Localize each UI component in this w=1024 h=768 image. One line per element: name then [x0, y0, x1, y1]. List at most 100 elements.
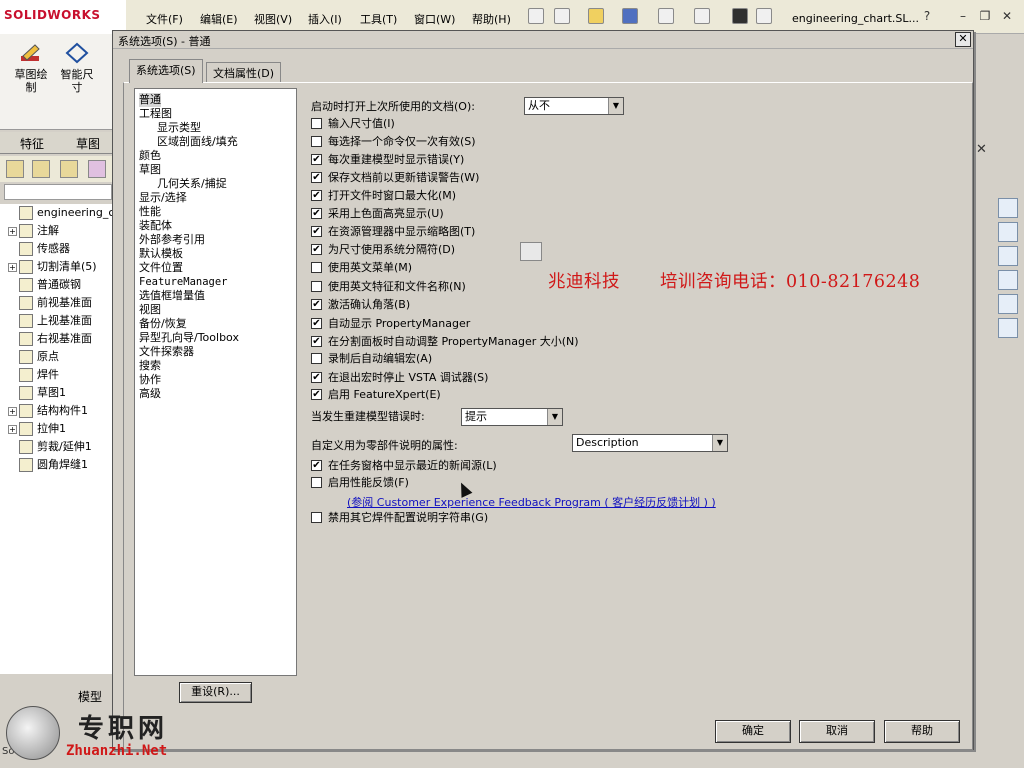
option-checkbox[interactable]: [311, 261, 322, 273]
option-checkbox[interactable]: [311, 476, 322, 488]
option-row[interactable]: 使用英文菜单(M): [311, 261, 412, 277]
category-item[interactable]: 区域剖面线/填充: [157, 135, 238, 149]
smart-dimension-button[interactable]: 智能尺寸: [56, 42, 98, 94]
expand-plus-icon[interactable]: +: [8, 262, 17, 272]
tree-item[interactable]: 草图1: [0, 384, 112, 402]
tree-item[interactable]: engineering_chart: [0, 204, 112, 222]
tab-document-properties[interactable]: 文档属性(D): [206, 62, 282, 82]
option-checkbox[interactable]: ✔: [311, 225, 322, 237]
dialog-titlebar[interactable]: 系统选项(S) - 普通 ✕: [113, 31, 973, 49]
option-row[interactable]: ✔ 采用上色面高亮显示(U): [311, 207, 444, 223]
menu-edit[interactable]: 编辑(E): [200, 11, 238, 27]
category-item[interactable]: 选值框增量值: [139, 289, 205, 303]
tree-item[interactable]: 普通碳钢: [0, 276, 112, 294]
option-row[interactable]: 禁用其它焊件配置说明字符串(G): [311, 511, 488, 527]
minimize-icon[interactable]: –: [956, 9, 970, 23]
task-pane-close-icon[interactable]: ✕: [976, 142, 987, 157]
option-checkbox[interactable]: ✔: [311, 371, 322, 383]
rebuild-error-select[interactable]: 提示 ▼: [461, 408, 563, 426]
option-checkbox[interactable]: [311, 280, 322, 292]
option-checkbox[interactable]: ✔: [311, 298, 322, 310]
category-item[interactable]: 几何关系/捕捉: [157, 177, 227, 191]
option-row[interactable]: ✔ 保存文档前以更新错误警告(W): [311, 171, 479, 187]
option-row[interactable]: 启用性能反馈(F): [311, 476, 409, 492]
category-item[interactable]: 装配体: [139, 219, 172, 233]
print-icon[interactable]: [658, 8, 674, 24]
category-item[interactable]: 异型孔向导/Toolbox: [139, 331, 239, 345]
custom-properties-icon[interactable]: [998, 318, 1018, 338]
category-item[interactable]: 颜色: [139, 149, 161, 163]
expand-plus-icon[interactable]: +: [8, 406, 17, 416]
option-row[interactable]: ✔ 在任务窗格中显示最近的新闻源(L): [311, 459, 497, 475]
option-checkbox[interactable]: ✔: [311, 388, 322, 400]
property-manager-icon[interactable]: [32, 160, 50, 178]
menu-view[interactable]: 视图(V): [254, 11, 292, 27]
new-document-icon[interactable]: [554, 8, 570, 24]
option-row[interactable]: 使用英文特征和文件名称(N): [311, 280, 466, 296]
open-folder-icon[interactable]: [588, 8, 604, 24]
option-row[interactable]: ✔ 在分割面板时自动调整 PropertyManager 大小(N): [311, 335, 579, 351]
tree-filter-input[interactable]: [4, 184, 112, 200]
pin-icon[interactable]: [528, 8, 544, 24]
option-row[interactable]: ✔ 为尺寸使用系统分隔符(D): [311, 243, 455, 259]
menu-window[interactable]: 窗口(W): [414, 11, 455, 27]
option-checkbox[interactable]: ✔: [311, 171, 322, 183]
menu-insert[interactable]: 插入(I): [308, 11, 342, 27]
expand-plus-icon[interactable]: +: [8, 424, 17, 434]
category-item[interactable]: 视图: [139, 303, 161, 317]
custom-property-select[interactable]: Description ▼: [572, 434, 728, 452]
tree-item[interactable]: 上视基准面: [0, 312, 112, 330]
tab-model[interactable]: 模型: [78, 688, 102, 705]
option-checkbox[interactable]: ✔: [311, 459, 322, 471]
option-checkbox[interactable]: ✔: [311, 243, 322, 255]
option-row[interactable]: ✔ 自动显示 PropertyManager: [311, 317, 470, 333]
tree-item[interactable]: 前视基准面: [0, 294, 112, 312]
category-item[interactable]: 性能: [139, 205, 161, 219]
solidworks-logo[interactable]: SOLIDWORKS: [4, 8, 101, 22]
tree-item[interactable]: 剪裁/延伸1: [0, 438, 112, 456]
tab-features[interactable]: 特征: [20, 135, 44, 152]
category-item[interactable]: 默认模板: [139, 247, 183, 261]
option-checkbox[interactable]: ✔: [311, 189, 322, 201]
tree-item[interactable]: 圆角焊缝1: [0, 456, 112, 474]
help-button[interactable]: 帮助: [884, 720, 960, 743]
category-item[interactable]: 协作: [139, 373, 161, 387]
category-item[interactable]: FeatureManager: [139, 275, 228, 289]
feature-tree-icon[interactable]: [6, 160, 24, 178]
option-checkbox[interactable]: [311, 352, 322, 364]
option-row[interactable]: ✔ 每次重建模型时显示错误(Y): [311, 153, 464, 169]
tree-item[interactable]: + 拉伸1: [0, 420, 112, 438]
tree-item[interactable]: + 切割清单(5): [0, 258, 112, 276]
tree-item[interactable]: 焊件: [0, 366, 112, 384]
category-item[interactable]: 文件位置: [139, 261, 183, 275]
option-row[interactable]: ✔ 启用 FeatureXpert(E): [311, 388, 441, 404]
open-last-docs-select[interactable]: 从不 ▼: [524, 97, 624, 115]
menu-tools[interactable]: 工具(T): [360, 11, 397, 27]
tree-item[interactable]: 传感器: [0, 240, 112, 258]
category-item[interactable]: 普通: [139, 93, 161, 107]
tree-item[interactable]: 原点: [0, 348, 112, 366]
option-row[interactable]: 每选择一个命令仅一次有效(S): [311, 135, 476, 151]
undo-icon[interactable]: [694, 8, 710, 24]
tab-sketch[interactable]: 草图: [76, 135, 100, 152]
expand-plus-icon[interactable]: +: [8, 226, 17, 236]
rebuild-traffic-light-icon[interactable]: [732, 8, 748, 24]
option-row[interactable]: ✔ 激活确认角落(B): [311, 298, 410, 314]
menu-help[interactable]: 帮助(H): [472, 11, 511, 27]
dialog-close-button[interactable]: ✕: [955, 32, 971, 47]
dimxpert-icon[interactable]: [88, 160, 106, 178]
option-checkbox[interactable]: ✔: [311, 207, 322, 219]
category-list[interactable]: 普通 工程图 显示类型 区域剖面线/填充 颜色 草图 几何关系/捕捉 显示/选择 性能 装配体 外部…: [134, 88, 297, 676]
reset-button[interactable]: 重设(R)...: [179, 682, 252, 703]
help-question-button[interactable]: ?: [920, 9, 934, 23]
file-explorer-icon[interactable]: [998, 246, 1018, 266]
feedback-program-link[interactable]: (参阅 Customer Experience Feedback Program…: [347, 494, 716, 510]
configuration-manager-icon[interactable]: [60, 160, 78, 178]
tab-system-options[interactable]: 系统选项(S): [129, 59, 203, 83]
category-item[interactable]: 显示类型: [157, 121, 201, 135]
option-checkbox[interactable]: ✔: [311, 335, 322, 347]
option-checkbox[interactable]: [311, 117, 322, 129]
ok-button[interactable]: 确定: [715, 720, 791, 743]
option-checkbox[interactable]: ✔: [311, 317, 322, 329]
category-item[interactable]: 工程图: [139, 107, 172, 121]
